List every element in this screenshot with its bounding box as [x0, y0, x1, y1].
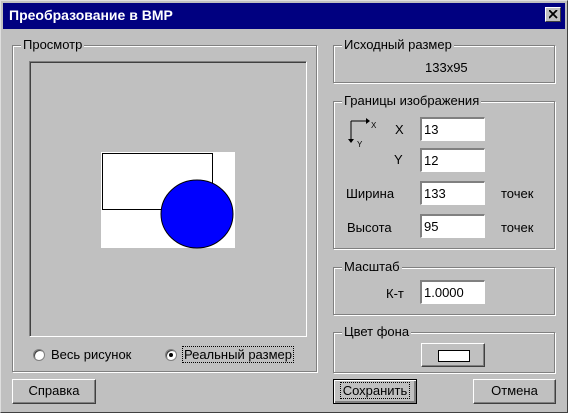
height-unit: точек [501, 220, 534, 235]
bounds-group-label: Границы изображения [342, 93, 482, 109]
cancel-button-label: Отмена [491, 383, 538, 398]
radio-whole-picture-circle[interactable] [33, 348, 45, 361]
radio-real-size[interactable]: Реальный размер [165, 346, 294, 363]
scale-group-label: Масштаб [342, 259, 402, 275]
preview-group-label: Просмотр [21, 37, 85, 53]
scale-coef-label: К-т [386, 286, 404, 301]
radio-real-size-label: Реальный размер [182, 346, 294, 363]
radio-whole-picture[interactable]: Весь рисунок [33, 347, 131, 362]
source-size-group-label: Исходный размер [342, 37, 454, 53]
height-label: Высота [347, 220, 392, 235]
radio-real-size-circle[interactable] [165, 348, 177, 361]
save-button[interactable]: Сохранить [333, 379, 417, 404]
width-label: Ширина [346, 186, 395, 201]
bg-color-button[interactable] [421, 343, 485, 367]
cancel-button[interactable]: Отмена [473, 379, 556, 404]
preview-image [101, 152, 235, 249]
source-size-value: 133x95 [425, 60, 468, 75]
axis-x-mark: X [371, 121, 377, 130]
close-icon [549, 10, 558, 19]
help-button[interactable]: Справка [12, 379, 96, 404]
bg-color-group-label: Цвет фона [342, 324, 412, 340]
title-bar[interactable]: Преобразование в BMP [3, 3, 565, 29]
preview-canvas [29, 61, 307, 337]
y-input[interactable]: 12 [420, 148, 485, 172]
radio-whole-picture-label: Весь рисунок [51, 347, 132, 362]
window-title: Преобразование в BMP [9, 7, 173, 23]
radio-selected-dot [169, 352, 173, 357]
axis-y-mark: Y [357, 140, 363, 149]
save-button-label: Сохранить [339, 382, 411, 399]
close-button[interactable] [545, 7, 561, 22]
x-input[interactable]: 13 [420, 117, 485, 141]
bmp-dialog: Преобразование в BMP Просмотр Весь рисун… [0, 0, 568, 413]
image-circle [160, 179, 234, 249]
width-unit: точек [501, 186, 534, 201]
height-input[interactable]: 95 [420, 214, 485, 238]
help-button-label: Справка [28, 383, 80, 398]
scale-coef-input[interactable]: 1.0000 [420, 280, 485, 304]
bg-color-swatch [438, 350, 470, 362]
x-label: X [395, 122, 404, 137]
y-label: Y [394, 152, 403, 167]
width-input[interactable]: 133 [420, 181, 485, 205]
